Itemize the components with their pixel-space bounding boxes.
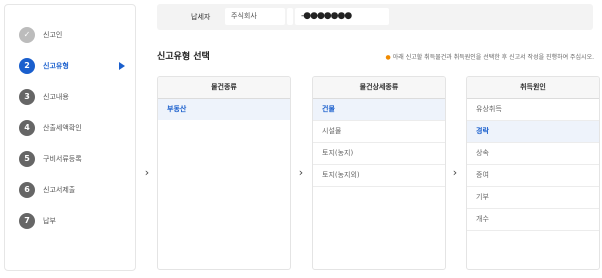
step-5-documents[interactable]: 5 구비서류등록: [19, 150, 131, 168]
panel-header: 물건종류: [158, 77, 290, 99]
option-auction[interactable]: 경락: [467, 121, 599, 143]
option-renovation[interactable]: 개수: [467, 209, 599, 231]
acquisition-cause-panel: 취득원인 유상취득 경락 상속 증여 기부 개수: [466, 76, 600, 270]
step-sidebar: ✓ 신고인 2 신고유형 3 신고내용 4 산출세액확인 5 구비서류등록 6 …: [4, 4, 136, 271]
taxpayer-name: 주식회사: [225, 8, 285, 25]
step-number: 7: [19, 213, 35, 229]
option-facility[interactable]: 시설물: [313, 121, 445, 143]
option-donation[interactable]: 기부: [467, 187, 599, 209]
taxpayer-id: -●●●●●●●: [295, 8, 389, 25]
taxpayer-bar: 납세자 주식회사 -●●●●●●●: [157, 4, 593, 30]
step-7-payment[interactable]: 7 납부: [19, 212, 131, 230]
option-land-nonfarm[interactable]: 토지(농지외): [313, 165, 445, 187]
step-label: 구비서류등록: [43, 155, 82, 163]
step-label: 신고서제출: [43, 186, 76, 194]
option-inheritance[interactable]: 상속: [467, 143, 599, 165]
step-6-submit[interactable]: 6 신고서제출: [19, 181, 131, 199]
notice-dot-icon: ●: [385, 54, 391, 61]
step-number: 6: [19, 182, 35, 198]
step-label: 신고유형: [43, 62, 69, 70]
step-label: 납부: [43, 217, 56, 225]
check-icon: ✓: [19, 27, 35, 43]
chevron-right-icon: ›: [144, 166, 150, 179]
step-3-report-content[interactable]: 3 신고내용: [19, 88, 131, 106]
option-real-estate[interactable]: 부동산: [158, 99, 290, 120]
step-4-tax-check[interactable]: 4 산출세액확인: [19, 119, 131, 137]
property-detail-panel: 물건상세종류 건물 시설물 토지(농지) 토지(농지외): [312, 76, 446, 270]
option-building[interactable]: 건물: [313, 99, 445, 121]
notice-message: 아래 신고할 취득물건과 취득원인을 선택한 후 신고서 작성을 진행하여 주십…: [392, 54, 594, 61]
panel-header: 취득원인: [467, 77, 599, 99]
current-step-arrow-icon: [119, 62, 125, 70]
step-number: 3: [19, 89, 35, 105]
step-label: 신고내용: [43, 93, 69, 101]
panel-header: 물건상세종류: [313, 77, 445, 99]
taxpayer-separator: [287, 8, 293, 25]
option-paid-acquisition[interactable]: 유상취득: [467, 99, 599, 121]
taxpayer-label: 납세자: [191, 13, 211, 21]
step-2-report-type[interactable]: 2 신고유형: [19, 57, 131, 75]
chevron-right-icon: ›: [298, 166, 304, 179]
step-label: 신고인: [43, 31, 63, 39]
step-number: 4: [19, 120, 35, 136]
option-land-farm[interactable]: 토지(농지): [313, 143, 445, 165]
step-1-applicant[interactable]: ✓ 신고인: [19, 26, 131, 44]
option-gift[interactable]: 증여: [467, 165, 599, 187]
chevron-right-icon: ›: [452, 166, 458, 179]
notice-text: ● 아래 신고할 취득물건과 취득원인을 선택한 후 신고서 작성을 진행하여 주…: [386, 52, 594, 61]
step-number: 2: [19, 58, 35, 74]
step-label: 산출세액확인: [43, 124, 82, 132]
section-title: 신고유형 선택: [157, 52, 210, 62]
step-number: 5: [19, 151, 35, 167]
property-type-panel: 물건종류 부동산: [157, 76, 291, 270]
